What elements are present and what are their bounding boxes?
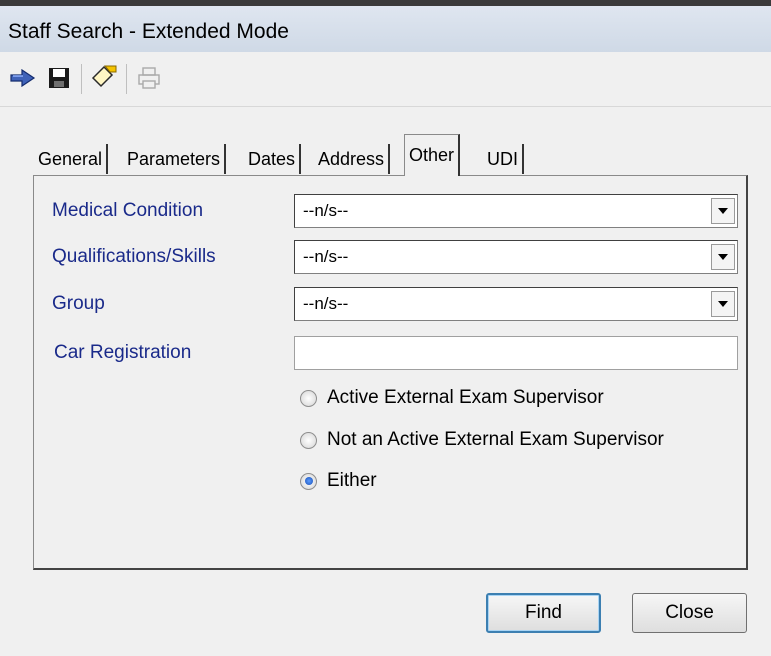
qualifications-dropdown[interactable]: --n/s-- <box>294 240 738 274</box>
radio-label: Not an Active External Exam Supervisor <box>327 429 664 450</box>
tab-udi[interactable]: UDI <box>483 144 524 174</box>
radio-active-supervisor[interactable]: Active External Exam Supervisor <box>300 385 604 411</box>
toolbar-separator <box>81 64 82 94</box>
radio-either[interactable]: Either <box>300 468 377 494</box>
tab-general[interactable]: General <box>34 144 109 174</box>
tab-dates[interactable]: Dates <box>244 144 302 174</box>
chevron-down-icon[interactable] <box>711 198 735 224</box>
medical-condition-label: Medical Condition <box>52 200 204 221</box>
radio-button[interactable] <box>300 389 317 407</box>
radio-not-active-supervisor[interactable]: Not an Active External Exam Supervisor <box>300 427 664 453</box>
toolbar-separator <box>126 64 127 94</box>
clear-icon[interactable] <box>90 64 120 92</box>
window-title: Staff Search - Extended Mode <box>8 20 289 43</box>
chevron-down-icon[interactable] <box>711 291 735 317</box>
medical-condition-dropdown[interactable]: --n/s-- <box>294 194 738 228</box>
radio-label: Either <box>327 470 377 491</box>
car-registration-input[interactable] <box>294 336 738 370</box>
toolbar <box>0 52 771 107</box>
group-label: Group <box>52 293 105 314</box>
dropdown-value: --n/s-- <box>303 294 349 313</box>
tab-panel-other: Medical Condition --n/s-- Qualifications… <box>33 175 748 570</box>
title-bar[interactable]: Staff Search - Extended Mode <box>0 0 771 52</box>
tab-address[interactable]: Address <box>314 144 391 174</box>
close-button[interactable]: Close <box>632 593 747 633</box>
dropdown-value: --n/s-- <box>303 201 349 220</box>
group-dropdown[interactable]: --n/s-- <box>294 287 738 321</box>
tab-parameters[interactable]: Parameters <box>123 144 227 174</box>
exit-icon[interactable] <box>8 64 38 92</box>
qualifications-label: Qualifications/Skills <box>52 246 216 267</box>
radio-label: Active External Exam Supervisor <box>327 387 604 408</box>
car-registration-label: Car Registration <box>54 342 192 363</box>
dropdown-value: --n/s-- <box>303 247 349 266</box>
chevron-down-icon[interactable] <box>711 244 735 270</box>
find-button[interactable]: Find <box>486 593 601 633</box>
save-icon[interactable] <box>44 64 74 92</box>
radio-button-selected[interactable] <box>300 472 317 490</box>
tab-other[interactable]: Other <box>404 134 461 176</box>
radio-button[interactable] <box>300 431 317 449</box>
print-icon <box>134 64 164 92</box>
